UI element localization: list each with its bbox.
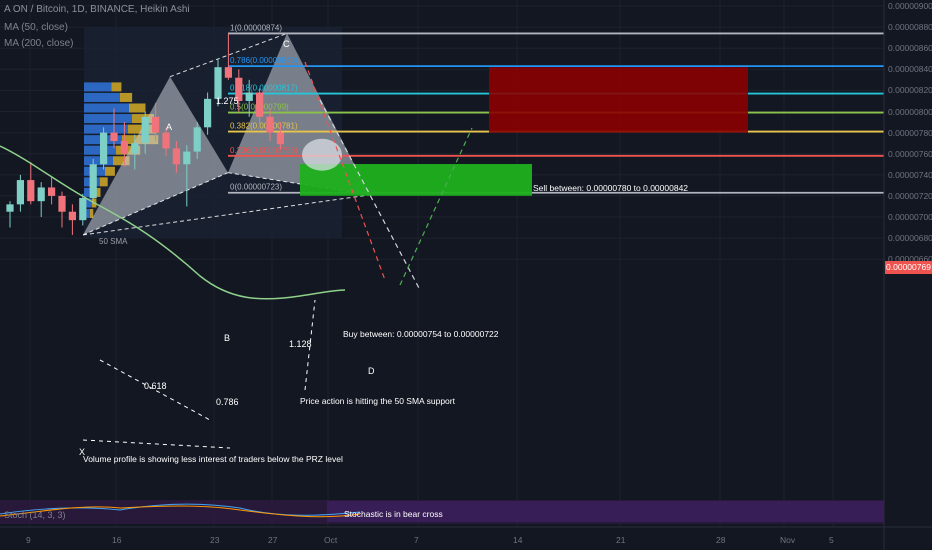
price-tick-label: 0.00000820 xyxy=(888,85,932,96)
volume-bar-down xyxy=(111,82,122,92)
volume-bar-up xyxy=(84,92,120,102)
volume-bar-up xyxy=(84,124,128,134)
time-tick-label: 14 xyxy=(513,535,523,545)
candle-body xyxy=(141,116,149,144)
candle-body xyxy=(183,151,191,165)
time-tick-label: 23 xyxy=(210,535,220,545)
candle-body xyxy=(120,141,128,154)
price-tick-label: 0.00000780 xyxy=(888,127,932,138)
candle-body xyxy=(68,211,76,221)
pattern-ratio-label: 1.128 xyxy=(289,339,312,349)
pattern-point-b: B xyxy=(224,333,231,343)
pattern-ratio-label: 0.786 xyxy=(216,397,239,407)
candle-body xyxy=(193,127,201,152)
price-tick-label: 0.00000860 xyxy=(888,43,932,54)
volume-bar-up xyxy=(84,114,132,124)
ma50-legend[interactable]: MA (50, close) xyxy=(4,22,68,33)
pattern-point-c: C xyxy=(283,39,290,49)
price-tick-label: 0.00000840 xyxy=(888,64,932,75)
candle-body xyxy=(131,143,139,154)
fib-label: 0(0.00000723) xyxy=(230,183,282,192)
volume-bar-up xyxy=(84,82,112,92)
volume-bar-up xyxy=(84,103,129,113)
sma-note: Price action is hitting the 50 SMA suppo… xyxy=(300,396,455,406)
time-tick-label: Oct xyxy=(324,535,338,545)
candle-body xyxy=(16,180,24,205)
candle-body xyxy=(100,132,108,165)
price-tick-label: 0.00000720 xyxy=(888,190,932,201)
price-tick-label: 0.00000900 xyxy=(888,1,932,11)
fib-label: 0.236(0.00000758) xyxy=(230,146,298,155)
sma-tag: 50 SMA xyxy=(99,237,128,246)
price-tick-label: 0.00000700 xyxy=(888,212,932,222)
support-circle xyxy=(302,138,342,171)
bullish-projection-arrow xyxy=(399,127,473,286)
candle-body xyxy=(214,67,222,99)
candle-body xyxy=(6,204,14,212)
current-price-tag: 0.00000769 xyxy=(885,261,932,274)
buy-zone xyxy=(300,164,532,196)
price-tick-label: 0.00000760 xyxy=(888,148,932,159)
time-tick-label: 7 xyxy=(414,535,419,545)
volume-note-pointer xyxy=(82,439,231,449)
price-chart[interactable]: 1(0.00000874)0.786(0.00000843)0.618(0.00… xyxy=(0,0,932,550)
volume-note: Volume profile is showing less interest … xyxy=(83,454,343,464)
candle-body xyxy=(58,195,66,212)
price-tick-label: 0.00000800 xyxy=(888,106,932,117)
stoch-note: Stochastic is in bear cross xyxy=(344,509,443,519)
candle-body xyxy=(89,164,97,199)
candle-body xyxy=(152,116,160,133)
pattern-ratio-label: 0.618 xyxy=(144,381,167,391)
candle-body xyxy=(256,92,264,117)
candle-body xyxy=(204,98,212,128)
time-tick-label: 16 xyxy=(112,535,122,545)
fib-label: 0.786(0.00000843) xyxy=(230,56,298,65)
candle-body xyxy=(27,180,35,202)
volume-bar-down xyxy=(129,103,146,113)
price-tick-label: 0.00000680 xyxy=(888,233,932,244)
time-tick-label: 5 xyxy=(829,535,834,545)
sell-zone xyxy=(489,67,748,133)
volume-bar-up xyxy=(84,156,113,166)
stoch-legend[interactable]: Stoch (14, 3, 3) xyxy=(4,510,66,520)
candle-body xyxy=(276,132,284,145)
time-tick-label: 21 xyxy=(616,535,626,545)
candle-body xyxy=(266,116,274,133)
chart-title: A ON / Bitcoin, 1D, BINANCE, Heikin Ashi xyxy=(4,4,190,15)
ma200-legend[interactable]: MA (200, close) xyxy=(4,38,73,49)
time-tick-label: 27 xyxy=(268,535,278,545)
fib-label: 0.382(0.00000781) xyxy=(230,122,298,131)
candle-body xyxy=(110,132,118,142)
sell-zone-text: Sell between: 0.00000780 to 0.00000842 xyxy=(533,183,689,193)
candle-body xyxy=(172,148,180,165)
time-tick-label: Nov xyxy=(780,535,796,545)
pattern-ratio-label: 1.275 xyxy=(216,96,239,106)
price-tick-label: 0.00000880 xyxy=(888,22,932,33)
time-tick-label: 9 xyxy=(26,535,31,545)
candle-body xyxy=(245,92,253,101)
volume-bar-down xyxy=(90,209,94,218)
volume-bar-down xyxy=(105,166,115,176)
pattern-point-d: D xyxy=(368,366,375,376)
price-tick-label: 0.00000740 xyxy=(888,169,932,180)
fib-label: 1(0.00000874) xyxy=(230,23,282,32)
candle-body xyxy=(162,132,170,149)
volume-bar-down xyxy=(100,177,108,187)
time-tick-label: 28 xyxy=(716,535,726,545)
volume-bar-down xyxy=(120,92,133,102)
candle-body xyxy=(224,67,232,78)
buy-zone-text: Buy between: 0.00000754 to 0.00000722 xyxy=(343,329,499,339)
candle-body xyxy=(79,198,87,221)
candle-body xyxy=(48,187,56,196)
candle-body xyxy=(37,187,45,202)
pattern-point-a: A xyxy=(166,122,173,132)
